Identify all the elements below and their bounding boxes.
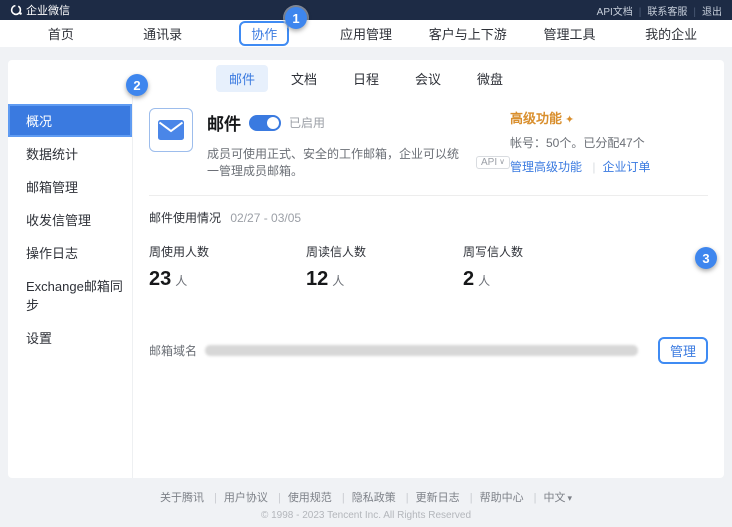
stat-label: 周读信人数 — [306, 243, 463, 260]
nav-item-home-label: 首页 — [38, 21, 84, 46]
sidebar: 概况 数据统计 邮箱管理 收发信管理 操作日志 Exchange邮箱同步 设置 — [8, 96, 133, 478]
mail-status-text: 已启用 — [289, 114, 325, 131]
manage-domain-button[interactable]: 管理 — [658, 337, 708, 364]
content-card: 邮件 文档 日程 会议 微盘 概况 数据统计 邮箱管理 收发信管理 操作日志 E… — [8, 60, 724, 478]
tab-drive[interactable]: 微盘 — [464, 65, 516, 92]
nav-item-contacts-label: 通讯录 — [133, 21, 192, 46]
api-tag-label: API — [481, 157, 497, 168]
section-divider — [149, 195, 708, 196]
mail-title: 邮件 — [207, 110, 241, 135]
nav-item-admin-tools[interactable]: 管理工具 — [519, 21, 621, 46]
annotation-badge-2: 2 — [126, 74, 148, 96]
stat-unit: 人 — [332, 274, 344, 288]
footer-link-help-center[interactable]: 帮助中心 — [463, 492, 524, 504]
mail-header: 邮件 已启用 成员可使用正式、安全的工作邮箱，企业可以统一管理成员邮箱。 API… — [149, 108, 708, 179]
nav-item-contacts[interactable]: 通讯录 — [112, 21, 214, 46]
nav-item-my-company[interactable]: 我的企业 — [620, 21, 722, 46]
tab-mail[interactable]: 邮件 — [216, 65, 268, 92]
mail-domain-redacted-value — [205, 345, 638, 356]
api-tag[interactable]: API ∨ — [476, 156, 510, 169]
sidebar-item-overview[interactable]: 概况 — [8, 104, 132, 137]
footer-link-privacy[interactable]: 隐私政策 — [335, 492, 396, 504]
nav-item-customers[interactable]: 客户与上下游 — [417, 21, 519, 46]
usage-date-range: 02/27 - 03/05 — [230, 211, 301, 225]
footer-links: 关于腾讯 用户协议 使用规范 隐私政策 更新日志 帮助中心 中文▾ — [0, 489, 732, 505]
stat-weekly-writers: 周写信人数 2人 — [463, 243, 620, 291]
mail-enabled-toggle[interactable] — [249, 115, 281, 131]
sidebar-item-settings[interactable]: 设置 — [8, 321, 132, 354]
usage-title: 邮件使用情况 — [149, 211, 221, 225]
main-nav: 首页 通讯录 协作 应用管理 客户与上下游 管理工具 我的企业 — [0, 20, 732, 47]
sidebar-item-exchange-sync[interactable]: Exchange邮箱同步 — [8, 269, 132, 321]
topbar: 企业微信 API文档 联系客服 退出 — [0, 0, 732, 20]
chevron-down-icon: ∨ — [499, 158, 505, 166]
premium-panel: 高级功能✦ 帐号：50个。已分配47个 管理高级功能 企业订单 — [510, 108, 708, 179]
premium-title-text: 高级功能 — [510, 111, 562, 126]
brand[interactable]: 企业微信 — [10, 2, 70, 18]
footer-link-changelog[interactable]: 更新日志 — [399, 492, 460, 504]
annotation-badge-1: 1 — [285, 7, 307, 29]
nav-item-apps[interactable]: 应用管理 — [315, 21, 417, 46]
stat-weekly-readers: 周读信人数 12 人 — [306, 243, 463, 291]
stat-unit: 人 — [478, 274, 490, 288]
page-body: 邮件 文档 日程 会议 微盘 概况 数据统计 邮箱管理 收发信管理 操作日志 E… — [0, 47, 732, 527]
mail-info: 邮件 已启用 成员可使用正式、安全的工作邮箱，企业可以统一管理成员邮箱。 API… — [207, 108, 510, 179]
nav-item-collaboration-label: 协作 — [239, 21, 289, 46]
wecom-admin-screen: 企业微信 API文档 联系客服 退出 首页 通讯录 协作 应用管理 客户与上下游… — [0, 0, 732, 527]
card-body: 概况 数据统计 邮箱管理 收发信管理 操作日志 Exchange邮箱同步 设置 — [8, 96, 724, 478]
premium-links: 管理高级功能 企业订单 — [510, 158, 708, 175]
topbar-link-api-docs[interactable]: API文档 — [597, 3, 633, 18]
footer-link-user-agreement[interactable]: 用户协议 — [207, 492, 268, 504]
nav-item-admin-tools-label: 管理工具 — [533, 21, 605, 46]
sidebar-item-mailbox-management[interactable]: 邮箱管理 — [8, 170, 132, 203]
topbar-links: API文档 联系客服 退出 — [597, 3, 722, 18]
stat-unit: 人 — [175, 274, 187, 288]
nav-item-home[interactable]: 首页 — [10, 21, 112, 46]
language-selector[interactable]: 中文▾ — [527, 492, 572, 504]
mail-description: 成员可使用正式、安全的工作邮箱，企业可以统一管理成员邮箱。 — [207, 145, 470, 179]
sidebar-item-statistics[interactable]: 数据统计 — [8, 137, 132, 170]
mail-domain-label: 邮箱域名 — [149, 342, 205, 359]
footer-link-about[interactable]: 关于腾讯 — [160, 492, 204, 504]
manage-premium-link[interactable]: 管理高级功能 — [510, 160, 582, 174]
stat-label: 周使用人数 — [149, 243, 306, 260]
topbar-link-support[interactable]: 联系客服 — [633, 3, 688, 18]
usage-stats: 周使用人数 23人 周读信人数 12人 周写信人数 2人 — [149, 243, 708, 291]
sidebar-item-send-receive[interactable]: 收发信管理 — [8, 203, 132, 236]
nav-item-apps-label: 应用管理 — [330, 21, 402, 46]
toggle-knob — [267, 117, 279, 129]
tab-docs[interactable]: 文档 — [278, 65, 330, 92]
enterprise-orders-link[interactable]: 企业订单 — [585, 160, 650, 174]
stat-weekly-users: 周使用人数 23 人 — [149, 243, 306, 291]
stat-value: 2 — [463, 268, 474, 290]
footer-link-usage-rules[interactable]: 使用规范 — [271, 492, 332, 504]
annotation-badge-3: 3 — [695, 247, 717, 269]
caret-down-icon: ▾ — [568, 493, 573, 503]
tab-calendar[interactable]: 日程 — [340, 65, 392, 92]
secondary-tabs: 邮件 文档 日程 会议 微盘 — [8, 60, 724, 96]
nav-item-customers-label: 客户与上下游 — [419, 21, 517, 46]
topbar-link-logout[interactable]: 退出 — [687, 3, 722, 18]
sparkle-icon: ✦ — [565, 114, 574, 126]
premium-accounts: 帐号：50个。已分配47个 — [510, 134, 708, 151]
wecom-logo-icon — [10, 4, 22, 16]
brand-name: 企业微信 — [26, 2, 70, 18]
premium-title: 高级功能✦ — [510, 108, 708, 127]
sidebar-item-operation-log[interactable]: 操作日志 — [8, 236, 132, 269]
stat-value: 12 — [306, 268, 328, 290]
stat-value: 23 — [149, 268, 171, 290]
stat-label: 周写信人数 — [463, 243, 620, 260]
language-label: 中文 — [544, 492, 566, 504]
nav-item-my-company-label: 我的企业 — [635, 21, 707, 46]
footer: 关于腾讯 用户协议 使用规范 隐私政策 更新日志 帮助中心 中文▾ © 1998… — [0, 489, 732, 521]
mail-overview-panel: 邮件 已启用 成员可使用正式、安全的工作邮箱，企业可以统一管理成员邮箱。 API… — [133, 96, 724, 478]
copyright: © 1998 - 2023 Tencent Inc. All Rights Re… — [0, 510, 732, 521]
mail-domain-row: 邮箱域名 管理 — [149, 337, 708, 364]
mail-icon — [149, 108, 193, 152]
tab-meeting[interactable]: 会议 — [402, 65, 454, 92]
usage-title-row: 邮件使用情况 02/27 - 03/05 — [149, 209, 708, 226]
